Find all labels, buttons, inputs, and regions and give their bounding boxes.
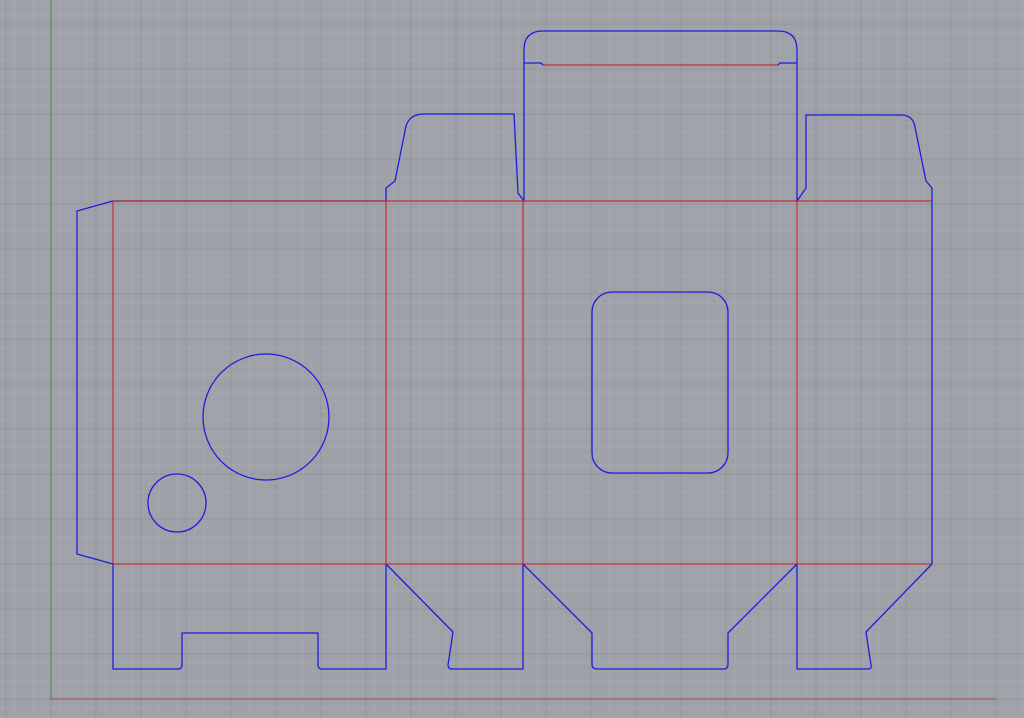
rounded-window-cutout[interactable] [591, 291, 729, 474]
tuck-flap-notch-left[interactable] [523, 62, 544, 66]
drawing-canvas[interactable] [0, 0, 1024, 718]
viewport-grid [0, 0, 1024, 718]
cad-viewport[interactable] [0, 0, 1024, 718]
tuck-flap-notch-right[interactable] [777, 62, 798, 66]
dieline-fold-lines[interactable] [112, 64, 932, 565]
